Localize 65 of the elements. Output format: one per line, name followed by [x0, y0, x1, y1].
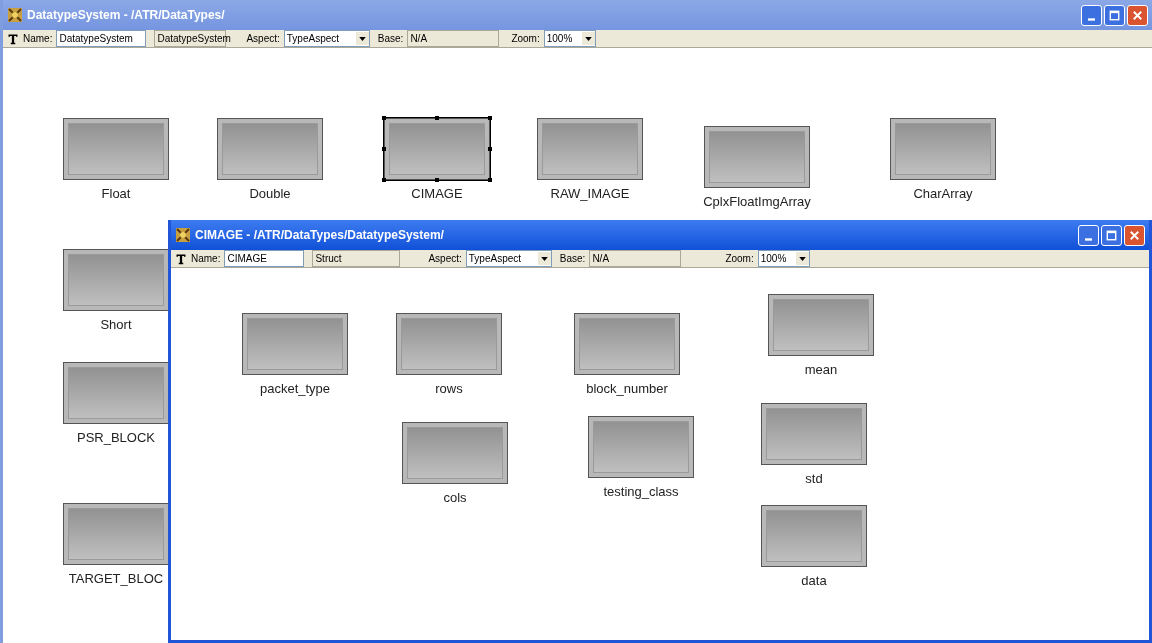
maximize-button[interactable] [1104, 4, 1125, 26]
name-label: Name: [191, 252, 221, 266]
aspect-label: Aspect: [246, 32, 280, 46]
node-label: TARGET_BLOC [68, 570, 164, 588]
type-node[interactable] [384, 118, 490, 180]
app-icon [175, 227, 191, 243]
node-label: mean [804, 361, 838, 379]
base-field: N/A [407, 30, 500, 47]
node-label: block_number [586, 380, 668, 398]
name-field[interactable]: CIMAGE [224, 250, 305, 267]
type-node[interactable] [588, 416, 694, 478]
node-label: RAW_IMAGE [550, 185, 630, 203]
minimize-icon [1085, 237, 1092, 241]
text-tool-icon [175, 252, 187, 265]
window-title: CIMAGE - /ATR/DataTypes/DatatypeSystem/ [195, 227, 445, 244]
node-label: PSR_BLOCK [76, 429, 155, 447]
minimize-button[interactable] [1078, 224, 1099, 246]
type-node[interactable] [537, 118, 643, 180]
node-label: rows [435, 380, 463, 398]
maximize-button[interactable] [1101, 224, 1122, 246]
aspect-dropdown[interactable]: TypeAspect [283, 30, 370, 47]
base-label: Base: [559, 252, 586, 266]
node-label: std [805, 470, 823, 488]
node-label: CharArray [913, 185, 973, 203]
name-field[interactable]: DatatypeSystem [56, 30, 147, 47]
name-label: Name: [23, 32, 53, 46]
type-node[interactable] [242, 313, 348, 375]
type-node[interactable] [704, 126, 810, 188]
aspect-label: Aspect: [428, 252, 462, 266]
type-node[interactable] [574, 313, 680, 375]
zoom-label: Zoom: [725, 252, 754, 266]
node-label: testing_class [603, 483, 679, 501]
node-label: packet_type [259, 380, 331, 398]
type-node[interactable] [768, 294, 874, 356]
type-node[interactable] [63, 118, 169, 180]
type-node[interactable] [761, 505, 867, 567]
type-node[interactable] [63, 362, 169, 424]
node-label: CIMAGE [411, 185, 463, 203]
type-node[interactable] [761, 403, 867, 465]
minimize-icon [1088, 17, 1095, 21]
type-node[interactable] [63, 503, 169, 565]
zoom-dropdown[interactable]: 100% [757, 250, 810, 267]
node-label: data [801, 572, 827, 590]
zoom-dropdown[interactable]: 100% [543, 30, 596, 47]
type-node[interactable] [396, 313, 502, 375]
aspect-dropdown[interactable]: TypeAspect [465, 250, 552, 267]
close-button[interactable] [1124, 224, 1145, 246]
zoom-label: Zoom: [511, 32, 540, 46]
node-label: Short [100, 316, 132, 334]
minimize-button[interactable] [1081, 4, 1102, 26]
type-node[interactable] [890, 118, 996, 180]
node-label: cols [443, 489, 467, 507]
type-node[interactable] [402, 422, 508, 484]
node-label: Float [101, 185, 131, 203]
base-label: Base: [377, 32, 404, 46]
type-field: Struct [312, 250, 401, 267]
text-tool-icon [7, 32, 19, 45]
close-button[interactable] [1127, 4, 1148, 26]
type-node[interactable] [63, 249, 169, 311]
window-title: DatatypeSystem - /ATR/DataTypes/ [27, 7, 226, 24]
type-node[interactable] [217, 118, 323, 180]
base-field: N/A [589, 250, 682, 267]
node-label: Double [249, 185, 291, 203]
node-label: CplxFloatImgArray [703, 193, 811, 211]
app-icon [7, 7, 23, 23]
